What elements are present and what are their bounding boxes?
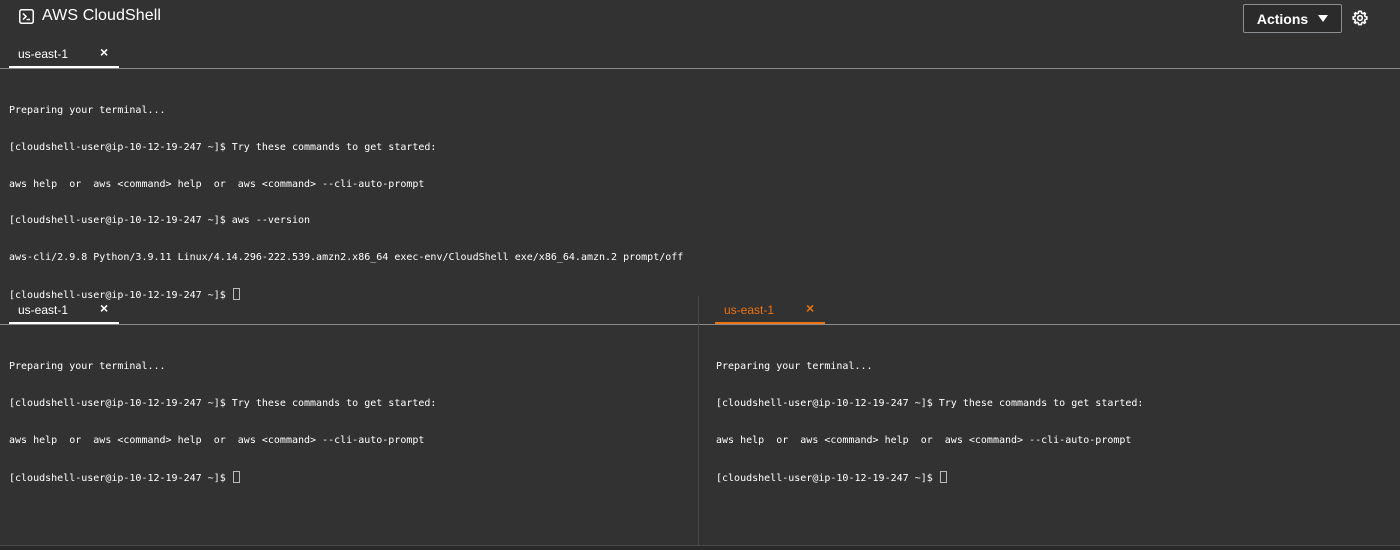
terminal-line: Preparing your terminal...	[716, 361, 873, 373]
terminal-prompt-line: [cloudshell-user@ip-10-12-19-247 ~]$	[9, 471, 436, 485]
terminal-bottom-right[interactable]: Preparing your terminal... [cloudshell-u…	[716, 337, 1143, 508]
close-icon[interactable]: ×	[806, 301, 814, 315]
bottom-right-tabbar: us-east-1 ×	[699, 298, 1400, 325]
terminal-prompt: [cloudshell-user@ip-10-12-19-247 ~]$	[716, 473, 939, 485]
tab-us-east-1-bottom-right[interactable]: us-east-1 ×	[715, 298, 825, 324]
terminal-line: aws-cli/2.9.8 Python/3.9.11 Linux/4.14.2…	[9, 251, 684, 263]
close-icon[interactable]: ×	[100, 45, 108, 59]
terminal-top[interactable]: Preparing your terminal... [cloudshell-u…	[9, 81, 683, 325]
pane-divider-vertical[interactable]	[698, 296, 699, 546]
terminal-cursor	[939, 471, 947, 484]
actions-label: Actions	[1256, 10, 1309, 27]
terminal-line: aws help or aws <command> help or aws <c…	[9, 178, 425, 190]
terminal-line: aws help or aws <command> help or aws <c…	[9, 434, 425, 446]
terminal-line: Preparing your terminal...	[9, 361, 166, 373]
bottom-left-tabbar: us-east-1 ×	[0, 298, 698, 325]
tab-us-east-1-bottom-left[interactable]: us-east-1 ×	[9, 298, 119, 324]
terminal-line: Preparing your terminal...	[9, 105, 166, 117]
tab-label: us-east-1	[18, 303, 69, 317]
tab-us-east-1-top[interactable]: us-east-1 ×	[9, 42, 119, 68]
terminal-line: [cloudshell-user@ip-10-12-19-247 ~]$ Try…	[9, 398, 437, 409]
cloudshell-app: AWS CloudShell Actions us-east-1 × Prepa…	[0, 0, 1400, 550]
close-icon[interactable]: ×	[100, 301, 108, 315]
terminal-line: [cloudshell-user@ip-10-12-19-247 ~]$ Try…	[9, 142, 437, 153]
brand: AWS CloudShell	[19, 7, 161, 25]
actions-button[interactable]: Actions	[1243, 4, 1342, 33]
caret-down-icon	[1318, 15, 1329, 22]
terminal-cursor	[232, 471, 240, 484]
tab-label: us-east-1	[18, 47, 69, 61]
top-tabbar: us-east-1 ×	[0, 42, 1400, 69]
terminal-bottom-left[interactable]: Preparing your terminal... [cloudshell-u…	[9, 337, 436, 508]
gear-icon[interactable]	[1352, 10, 1368, 26]
app-title: AWS CloudShell	[42, 7, 162, 24]
header: AWS CloudShell Actions	[0, 0, 1400, 36]
terminal-prompt-icon	[19, 8, 34, 24]
terminal-line: [cloudshell-user@ip-10-12-19-247 ~]$ Try…	[716, 398, 1144, 409]
tab-label: us-east-1	[724, 303, 775, 317]
terminal-line: aws help or aws <command> help or aws <c…	[716, 434, 1132, 446]
bottom-border	[0, 545, 1400, 550]
terminal-prompt: [cloudshell-user@ip-10-12-19-247 ~]$	[9, 473, 232, 485]
terminal-prompt-line: [cloudshell-user@ip-10-12-19-247 ~]$	[716, 471, 1143, 485]
terminal-line: [cloudshell-user@ip-10-12-19-247 ~]$ aws…	[9, 215, 311, 227]
